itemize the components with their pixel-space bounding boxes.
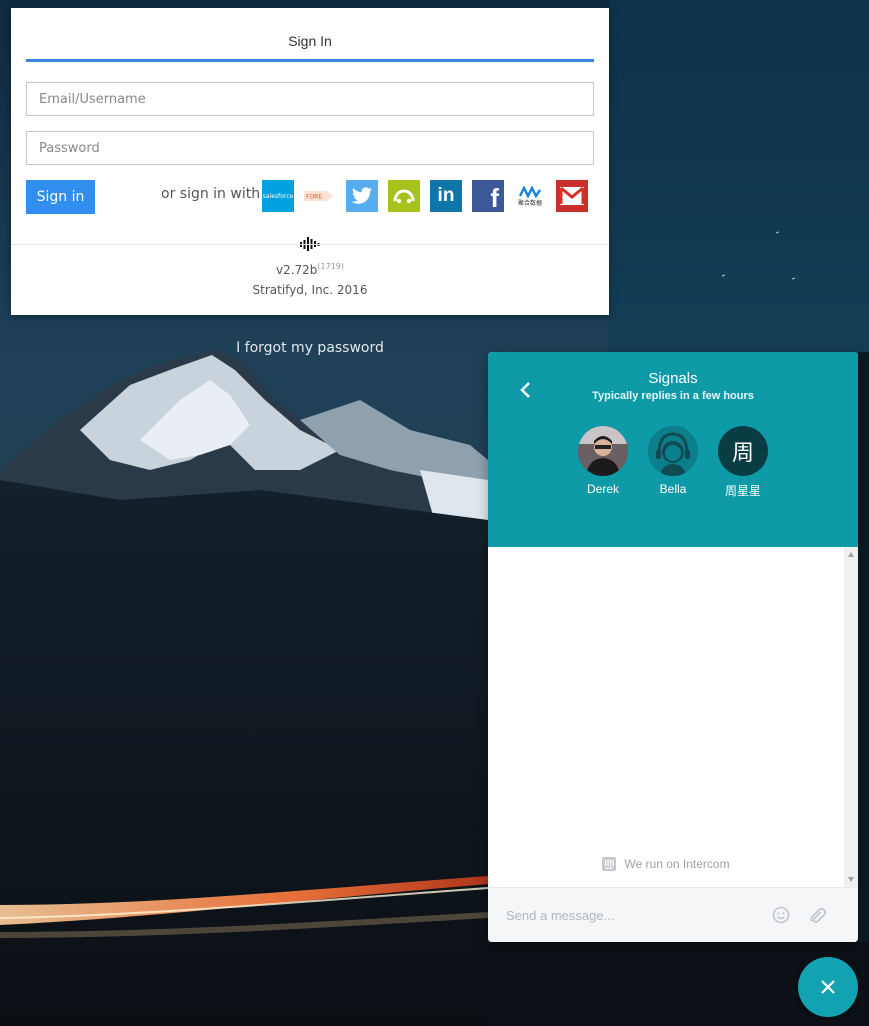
intercom-icon	[602, 857, 617, 871]
twitter-bird-icon	[351, 187, 372, 204]
message-input[interactable]	[506, 902, 746, 928]
avatar: 周	[718, 426, 768, 476]
agent-name: Derek	[586, 482, 619, 496]
forcegrid-icon: FORE	[304, 191, 334, 201]
email-field[interactable]	[26, 82, 594, 116]
agent-name: 周星星	[724, 484, 761, 498]
chat-launcher-close-button[interactable]	[798, 957, 858, 1017]
agent-name: Bella	[659, 482, 687, 496]
scroll-up-arrow-icon[interactable]	[848, 552, 854, 557]
agent-derek[interactable]: Derek	[568, 426, 638, 496]
signin-card: Sign In Sign in or sign in with salesfor…	[11, 8, 609, 315]
cloud-login-icon[interactable]	[388, 180, 420, 212]
close-icon	[821, 980, 835, 994]
avatar	[648, 426, 698, 476]
build-number: (1719)	[317, 262, 345, 271]
chat-title: Signals	[648, 370, 698, 387]
svg-text:FORE: FORE	[306, 194, 322, 201]
or-sign-in-with-label: or sign in with	[161, 186, 261, 202]
linkedin-login-icon[interactable]: in	[430, 180, 462, 212]
agent-bella[interactable]: Bella	[638, 426, 708, 496]
twitter-login-icon[interactable]	[346, 180, 378, 212]
gmail-envelope-icon	[559, 186, 585, 205]
cloud-icon	[393, 189, 415, 204]
password-field[interactable]	[26, 131, 594, 165]
message-composer	[488, 887, 858, 942]
avatar-initial: 周	[731, 441, 754, 466]
avatar	[578, 426, 628, 476]
version-number: v2.72b	[275, 263, 318, 277]
gmail-login-icon[interactable]	[556, 180, 588, 212]
tab-sign-in[interactable]: Sign In	[26, 8, 594, 62]
intercom-credit[interactable]: We run on Intercom	[488, 857, 844, 871]
paperclip-icon[interactable]	[808, 905, 826, 925]
chat-response-time: Typically replies in a few hours	[592, 390, 754, 402]
chat-header: Signals Typically replies in a few hours…	[488, 352, 858, 547]
juhe-wave-icon	[519, 185, 541, 198]
chat-widget: Signals Typically replies in a few hours…	[488, 352, 858, 942]
conversation-area[interactable]	[488, 547, 844, 887]
intercom-credit-text: We run on Intercom	[624, 857, 730, 871]
derek-photo-icon	[578, 426, 628, 476]
salesforce-login-icon[interactable]: salesforce	[262, 180, 294, 212]
conversation-scrollbar[interactable]	[844, 547, 858, 887]
juhe-label: 聚合数据	[517, 199, 542, 207]
agent-zhou[interactable]: 周 周星星	[708, 426, 778, 499]
scroll-down-arrow-icon[interactable]	[848, 877, 854, 882]
copyright-text: Stratifyd, Inc. 2016	[252, 283, 368, 297]
forcegrid-login-icon[interactable]: FORE	[304, 180, 336, 212]
facebook-label: f	[490, 183, 499, 213]
emoji-icon[interactable]	[772, 906, 790, 924]
juhe-login-icon[interactable]: 聚合数据	[514, 180, 546, 212]
card-divider	[11, 244, 609, 245]
linkedin-label: in	[437, 185, 455, 206]
version-text: v2.72b(1719)	[11, 262, 609, 277]
facebook-login-icon[interactable]: f	[472, 180, 504, 212]
salesforce-label: salesforce	[262, 192, 294, 200]
support-agent-icon	[648, 426, 698, 476]
sign-in-button[interactable]: Sign in	[26, 180, 95, 214]
